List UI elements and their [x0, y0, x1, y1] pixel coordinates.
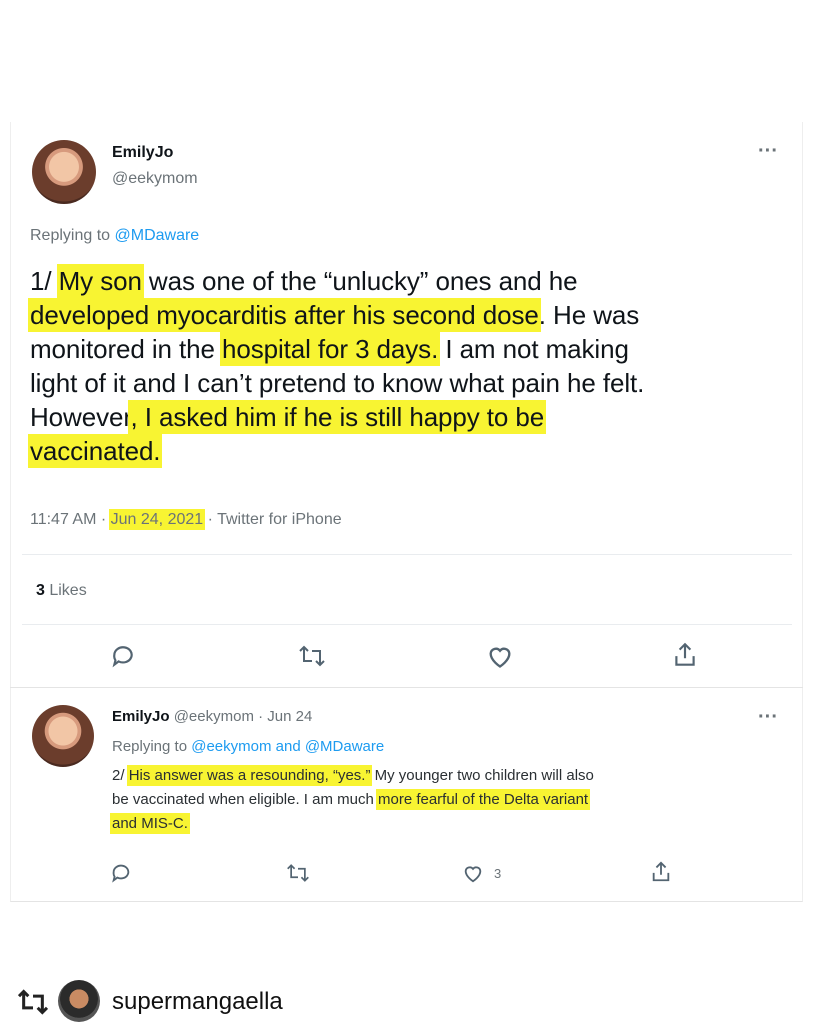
replying-prefix: Replying to — [30, 227, 115, 244]
tweet1-avatar[interactable] — [32, 140, 96, 204]
tweet1-replying-line: Replying to @MDaware — [30, 227, 199, 245]
tweet2-line-3: and MIS-C. — [112, 815, 188, 832]
tweet2-like[interactable]: 3 — [462, 862, 501, 884]
retweet-icon[interactable] — [298, 643, 326, 669]
tweet2-replying-line: Replying to @eekymom and @MDaware — [112, 738, 385, 755]
tweet1-likes[interactable]: 3 Likes — [36, 582, 87, 600]
tweet1-divider-top — [22, 554, 792, 555]
tweet1-text: 1/ My son was one of the “unlucky” ones … — [30, 264, 800, 468]
heart-icon[interactable] — [462, 862, 484, 884]
tweet1-line-1: 1/ My son was one of the “unlucky” ones … — [30, 266, 578, 296]
retweet-icon[interactable] — [286, 862, 310, 884]
tweet1-line-6: vaccinated. — [30, 436, 161, 466]
tweet1-author-handle[interactable]: @eekymom — [112, 170, 198, 188]
tweet1-source[interactable]: Twitter for iPhone — [217, 511, 342, 528]
tweet1-author-name[interactable]: EmilyJo — [112, 144, 173, 162]
tweet1-divider-mid — [22, 624, 792, 625]
tweet1-line-2: developed myocarditis after his second d… — [30, 300, 640, 330]
tweet2-line-2: be vaccinated when eligible. I am much m… — [112, 791, 589, 808]
tweet2-replying-to-link[interactable]: @eekymom and @MDaware — [191, 738, 384, 755]
repost-icon — [16, 988, 50, 1016]
tweet2-like-count: 3 — [494, 865, 502, 881]
tweet1-timestamp: 11:47 AM · Jun 24, 2021 · Twitter for iP… — [30, 511, 342, 528]
tweet1-line-3: monitored in the hospital for 3 days. I … — [30, 334, 629, 364]
tweet2-header: EmilyJo @eekymom · Jun 24 — [112, 708, 312, 725]
reply-icon[interactable] — [110, 643, 136, 669]
tweet2-author-name[interactable]: EmilyJo — [112, 708, 170, 725]
tweet2-line-1: 2/ His answer was a resounding, “yes.” M… — [112, 767, 594, 784]
share-icon[interactable] — [650, 860, 672, 884]
tweet2-more-menu[interactable]: ··· — [758, 706, 778, 729]
reply-icon[interactable] — [110, 862, 132, 884]
share-icon[interactable] — [672, 641, 698, 669]
tweet1-date-link[interactable]: Jun 24, 2021 — [110, 511, 204, 528]
tweet2-avatar[interactable] — [32, 705, 94, 767]
tweet1-more-menu[interactable]: ··· — [758, 140, 778, 163]
tweet2-date[interactable]: · Jun 24 — [254, 708, 312, 725]
tweet2-text: 2/ His answer was a resounding, “yes.” M… — [112, 764, 792, 836]
user-avatar[interactable] — [58, 980, 100, 1022]
tweet1-line-4: light of it and I can’t pretend to know … — [30, 368, 645, 398]
tweet-divider — [10, 687, 803, 688]
repost-username[interactable]: supermangaella — [112, 988, 283, 1016]
heart-icon[interactable] — [486, 643, 514, 669]
tweet1-line-5: However, I asked him if he is still happ… — [30, 402, 545, 432]
replying-to-link[interactable]: @MDaware — [115, 227, 200, 244]
tweet2-author-handle[interactable]: @eekymom — [174, 708, 254, 725]
